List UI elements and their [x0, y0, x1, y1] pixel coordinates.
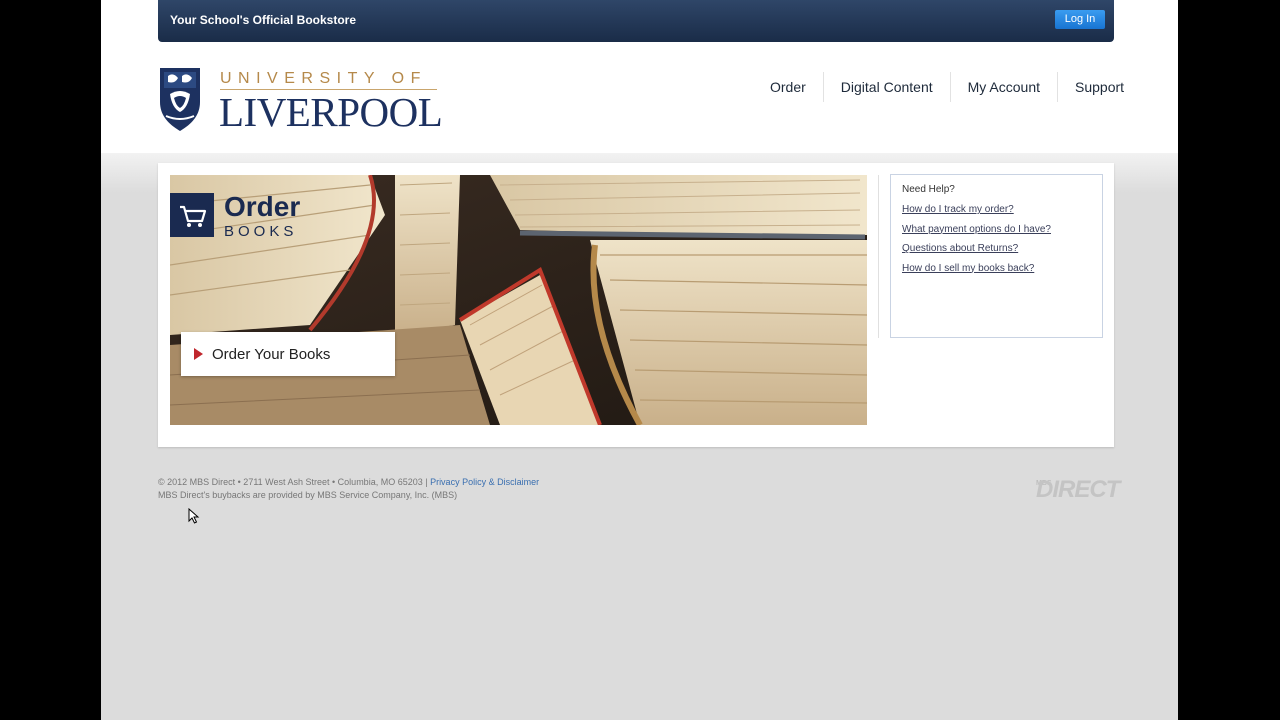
main-nav: Order Digital Content My Account Support: [753, 72, 1141, 102]
login-button[interactable]: Log In: [1055, 10, 1105, 29]
footer: © 2012 MBS Direct • 2711 West Ash Street…: [158, 476, 539, 502]
help-link-payment-options[interactable]: What payment options do I have?: [902, 224, 1051, 244]
help-link-track-order[interactable]: How do I track my order?: [902, 204, 1051, 224]
banner-subtitle: BOOKS: [224, 223, 298, 240]
top-bar: Your School's Official Bookstore Log In: [158, 0, 1114, 42]
help-links: How do I track my order? What payment op…: [902, 204, 1051, 282]
nav-support[interactable]: Support: [1057, 72, 1141, 102]
mbs-direct-logo: DIRECT: [1036, 476, 1120, 503]
nav-digital-content[interactable]: Digital Content: [822, 72, 950, 102]
browser-page: Your School's Official Bookstore Log In …: [101, 0, 1178, 720]
order-your-books-label: Order Your Books: [212, 346, 331, 363]
order-books-banner[interactable]: Order BOOKS Order Your Books: [170, 175, 867, 425]
help-link-sell-back[interactable]: How do I sell my books back?: [902, 263, 1051, 283]
university-logo[interactable]: UNIVERSITY OF LIVERPOOL: [158, 66, 443, 135]
footer-line-1: © 2012 MBS Direct • 2711 West Ash Street…: [158, 476, 539, 489]
content-card: Order BOOKS Order Your Books Need Help? …: [158, 163, 1114, 447]
order-your-books-button[interactable]: Order Your Books: [181, 332, 395, 376]
crest-icon: [160, 68, 200, 131]
logo-university-of: UNIVERSITY OF: [220, 70, 427, 87]
play-arrow-icon: [194, 348, 203, 360]
footer-copyright: © 2012 MBS Direct • 2711 West Ash Street…: [158, 477, 431, 487]
banner-title: Order: [224, 191, 301, 222]
help-link-returns[interactable]: Questions about Returns?: [902, 243, 1051, 263]
logo-liverpool: LIVERPOOL: [219, 89, 443, 135]
help-title: Need Help?: [902, 184, 955, 195]
store-title: Your School's Official Bookstore: [170, 13, 356, 27]
mouse-cursor-icon: [188, 508, 200, 524]
vertical-divider: [878, 175, 879, 338]
nav-my-account[interactable]: My Account: [949, 72, 1057, 102]
nav-order[interactable]: Order: [753, 72, 823, 102]
cart-icon: [170, 193, 214, 237]
help-panel: Need Help? How do I track my order? What…: [890, 174, 1103, 338]
footer-line-2: MBS Direct's buybacks are provided by MB…: [158, 490, 458, 500]
privacy-policy-link[interactable]: Privacy Policy & Disclaimer: [430, 477, 539, 487]
